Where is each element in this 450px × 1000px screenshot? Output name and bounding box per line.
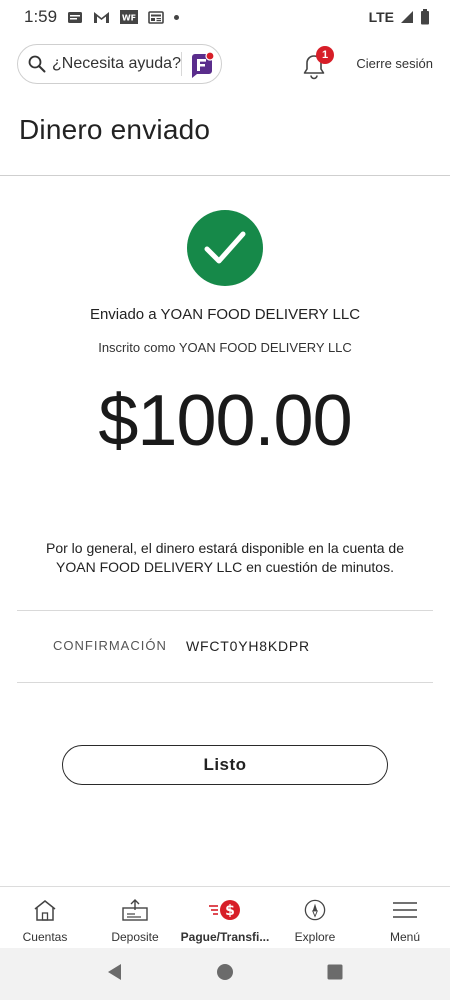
nav-label-accounts: Cuentas — [22, 930, 68, 944]
house-icon — [32, 899, 58, 926]
bottom-nav: Cuentas Deposite $ Pague/Transfi... Expl… — [0, 886, 450, 948]
title-divider — [0, 175, 450, 176]
done-button[interactable]: Listo — [62, 745, 388, 785]
nav-label-deposit: Deposite — [111, 930, 159, 944]
success-check-badge — [187, 210, 263, 286]
battery-icon — [420, 9, 430, 25]
signout-link[interactable]: Cierre sesión — [356, 56, 433, 71]
notifications-button[interactable]: 1 — [300, 46, 334, 80]
home-icon[interactable] — [216, 963, 234, 986]
availability-note: Por lo general, el dinero estará disponi… — [45, 540, 405, 575]
nav-label-pay-transfer: Pague/Transfi... — [180, 930, 270, 944]
search-divider — [181, 52, 182, 76]
app-header: ¿Necesita ayuda? 1 Cierre sesión — [0, 44, 450, 86]
page-title: Dinero enviado — [19, 114, 211, 145]
deposit-icon — [121, 899, 149, 926]
svg-text:WF: WF — [122, 14, 136, 23]
pay-transfer-icon: $ — [208, 899, 242, 926]
recents-icon[interactable] — [326, 963, 344, 986]
confirmation-divider-bottom — [17, 682, 433, 683]
search-placeholder: ¿Necesita ayuda? — [52, 55, 181, 72]
compass-icon — [303, 899, 327, 926]
svg-text:$: $ — [225, 903, 235, 919]
enrolled-as: Inscrito como YOAN FOOD DELIVERY LLC — [98, 340, 352, 355]
dot-icon — [174, 10, 180, 24]
back-icon[interactable] — [106, 963, 124, 986]
confirmation-number: WFCT0YH8KDPR — [186, 638, 310, 654]
wf-icon: WF — [120, 10, 139, 24]
hamburger-icon — [391, 899, 419, 926]
nav-label-explore: Explore — [294, 930, 336, 944]
signal-icon — [400, 10, 414, 24]
status-time: 1:59 — [24, 7, 58, 26]
confirmation-label: CONFIRMACIÓN — [53, 638, 167, 653]
sent-amount: $100.00 — [98, 381, 352, 461]
nav-explore[interactable]: Explore — [270, 887, 360, 948]
nav-accounts[interactable]: Cuentas — [0, 887, 90, 948]
nav-menu[interactable]: Menú — [360, 887, 450, 948]
confirmation-divider-top — [17, 610, 433, 611]
nav-deposit[interactable]: Deposite — [90, 887, 180, 948]
status-bar: 1:59 WF LTE — [0, 0, 450, 34]
nav-pay-transfer[interactable]: $ Pague/Transfi... — [180, 887, 270, 948]
news-icon — [148, 10, 164, 24]
network-type: LTE — [368, 9, 394, 25]
system-nav-bar — [0, 948, 450, 1000]
notification-badge: 1 — [316, 46, 334, 64]
search-icon — [28, 55, 46, 73]
sent-to-recipient: Enviado a YOAN FOOD DELIVERY LLC — [89, 306, 361, 323]
message-icon — [67, 10, 83, 24]
checkmark-icon — [203, 230, 247, 266]
fargo-assistant-icon[interactable] — [188, 51, 216, 84]
gmail-icon — [93, 10, 110, 24]
nav-label-menu: Menú — [389, 930, 421, 944]
